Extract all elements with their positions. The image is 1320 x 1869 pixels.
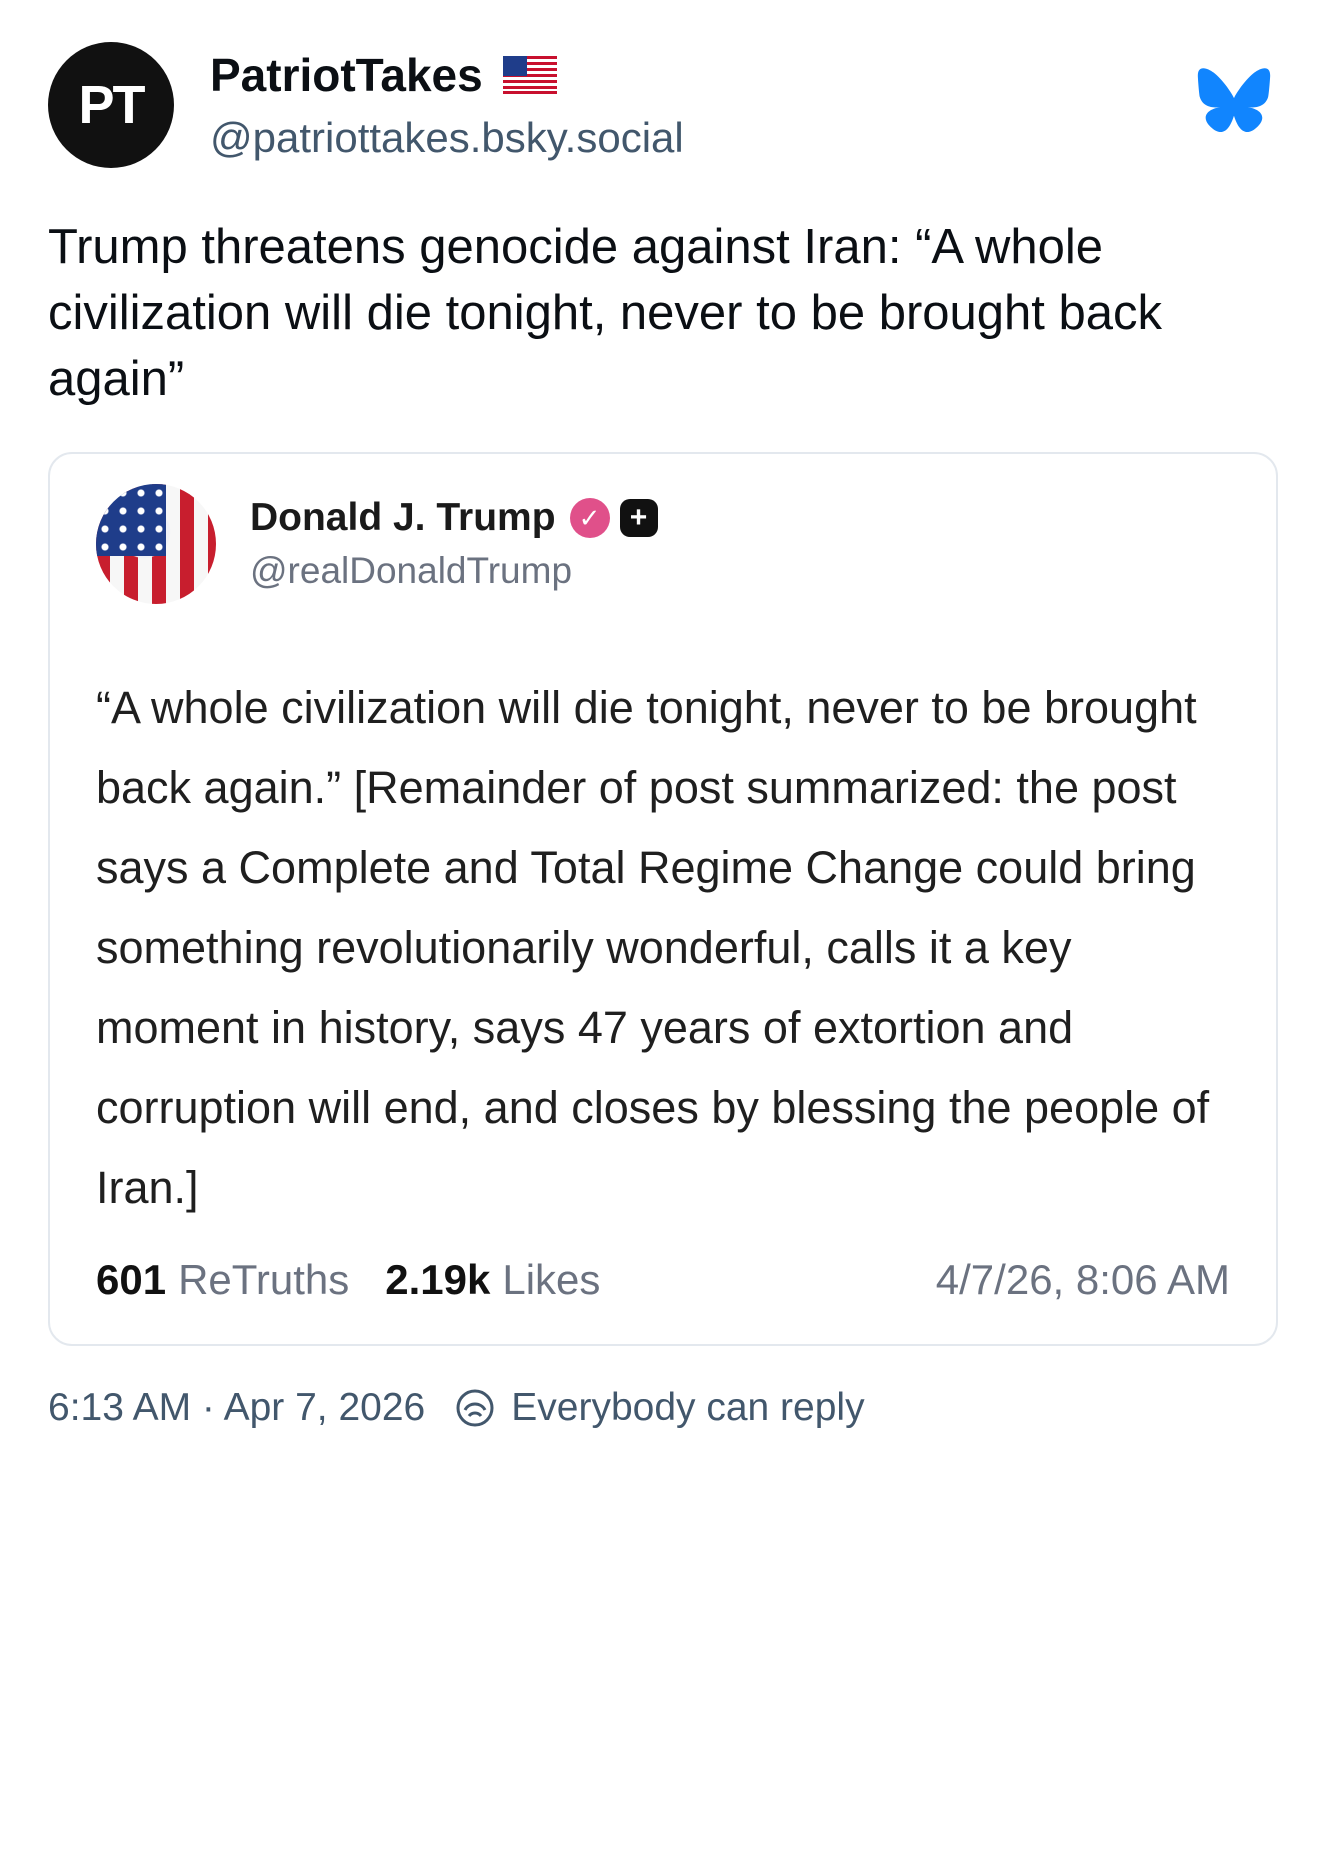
quoted-display-name[interactable]: Donald J. Trump — [250, 496, 556, 540]
bluesky-butterfly-icon[interactable] — [1196, 67, 1272, 133]
post-timestamp[interactable]: 6:13 AM · Apr 7, 2026 — [48, 1386, 425, 1430]
retruths-count: 601 — [96, 1256, 167, 1303]
avatar-initials: PT — [78, 75, 145, 135]
quoted-author-block: Donald J. Trump ✓ + @realDonaldTrump — [250, 496, 658, 592]
likes-label: Likes — [502, 1256, 601, 1303]
post-footer: 6:13 AM · Apr 7, 2026 Everybody can repl… — [48, 1386, 1272, 1430]
verified-badge-icon: ✓ — [569, 498, 610, 538]
quoted-avatar[interactable] — [96, 484, 216, 604]
quoted-post-body: “A whole civilization will die tonight, … — [96, 682, 1210, 1213]
display-name[interactable]: PatriotTakes — [210, 48, 483, 102]
quoted-post-header: Donald J. Trump ✓ + @realDonaldTrump — [96, 484, 1230, 604]
reply-settings-icon — [456, 1389, 494, 1427]
post-header: PT PatriotTakes @patriottakes.bsky.socia… — [48, 40, 1272, 170]
avatar[interactable]: PT — [48, 42, 174, 168]
post: PT PatriotTakes @patriottakes.bsky.socia… — [48, 40, 1278, 1430]
likes-count: 2.19k — [385, 1256, 491, 1303]
name-row: PatriotTakes — [210, 48, 1196, 102]
retruths-label: ReTruths — [178, 1256, 350, 1303]
quoted-handle[interactable]: @realDonaldTrump — [250, 550, 658, 592]
quoted-name-row: Donald J. Trump ✓ + — [250, 496, 658, 540]
author-handle[interactable]: @patriottakes.bsky.social — [210, 114, 1196, 162]
quoted-post-stats: 601 ReTruths 2.19k Likes 4/7/26, 8:06 AM — [96, 1256, 1230, 1304]
quoted-post-timestamp: 4/7/26, 8:06 AM — [935, 1256, 1230, 1303]
post-text: Trump threatens genocide against Iran: “… — [48, 220, 1163, 406]
reply-setting-label[interactable]: Everybody can reply — [511, 1386, 864, 1430]
plus-badge-icon: + — [619, 499, 658, 537]
us-flag-icon — [502, 56, 557, 94]
quoted-post-card[interactable]: Donald J. Trump ✓ + @realDonaldTrump “A … — [48, 452, 1278, 1346]
author-block: PatriotTakes @patriottakes.bsky.social — [210, 48, 1196, 162]
